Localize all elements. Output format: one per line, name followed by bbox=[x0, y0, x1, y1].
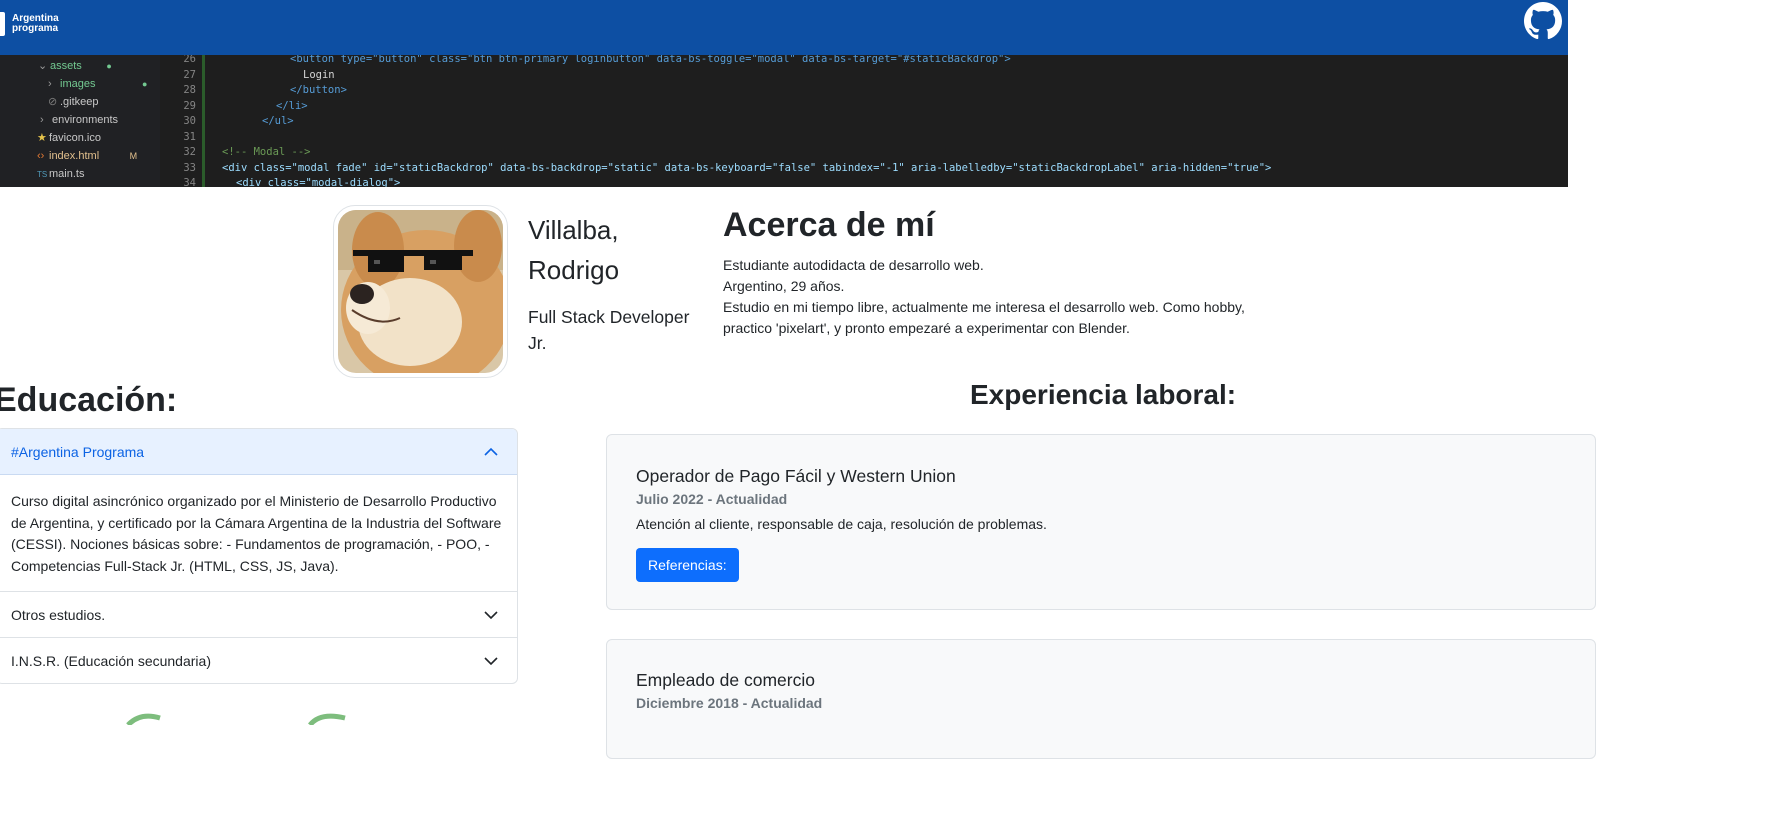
line-number-gutter: 26 27 28 29 30 31 32 33 34 bbox=[160, 55, 202, 187]
name-line-1: Villalba, bbox=[528, 215, 619, 245]
code-line: Login bbox=[303, 68, 335, 81]
accordion-label: Otros estudios. bbox=[11, 606, 106, 623]
line-number: 29 bbox=[183, 99, 196, 112]
about-text: Estudiante autodidacta de desarrollo web… bbox=[723, 255, 1283, 339]
card-title: Operador de Pago Fácil y Western Union bbox=[636, 466, 956, 486]
code-line: </ul> bbox=[262, 115, 294, 127]
code-line: </li> bbox=[276, 99, 308, 112]
profile-role: Full Stack Developer Jr. bbox=[528, 307, 690, 353]
education-accordion: #Argentina Programa Curso digital asincr… bbox=[0, 428, 518, 684]
line-number: 30 bbox=[183, 115, 196, 127]
line-number: 27 bbox=[183, 68, 196, 81]
line-number: 34 bbox=[183, 177, 196, 187]
chevron-down-icon bbox=[484, 611, 498, 620]
tree-item-assets: ⌄ assets ● bbox=[38, 60, 112, 72]
line-number: 31 bbox=[183, 130, 196, 143]
name-line-2: Rodrigo bbox=[528, 255, 620, 285]
card-dates: Julio 2022 - Actualidad bbox=[636, 491, 788, 507]
accordion-body: Curso digital asincrónico organizado por… bbox=[11, 493, 502, 574]
code-line: <!-- Modal --> bbox=[222, 146, 311, 158]
about-line-2: Argentino, 29 años. bbox=[723, 278, 845, 294]
profile-photo bbox=[338, 210, 503, 373]
accordion-item-argentina-programa[interactable]: #Argentina Programa bbox=[0, 429, 517, 475]
references-button[interactable]: Referencias: bbox=[636, 548, 739, 582]
about-line-1: Estudiante autodidacta de desarrollo web… bbox=[723, 257, 984, 273]
tree-item-gitkeep: ⊘ .gitkeep bbox=[48, 96, 99, 108]
doge-avatar-image bbox=[338, 210, 503, 373]
brand-line-2: programa bbox=[12, 23, 59, 34]
card-title: Empleado de comercio bbox=[636, 670, 815, 690]
tree-item-images: › images ● bbox=[48, 78, 148, 90]
navbar: Argentina programa bbox=[0, 0, 1568, 55]
experience-title: Experiencia laboral: bbox=[970, 379, 1237, 410]
line-number: 28 bbox=[183, 84, 196, 96]
line-number: 33 bbox=[183, 161, 196, 174]
decorative-leaf-icon bbox=[126, 713, 346, 725]
profile-photo-frame bbox=[333, 205, 508, 378]
brand-mark-icon bbox=[0, 12, 5, 36]
code-screenshot-banner: ⌄ assets ● › images ● ⊘ .gitkeep › environment… bbox=[0, 55, 1568, 187]
education-title: Educación: bbox=[0, 381, 178, 419]
accordion-item-insr[interactable]: I.N.S.R. (Educación secundaria) bbox=[0, 637, 517, 683]
tree-item-index-html: ‹› index.html M bbox=[37, 150, 138, 162]
card-dates: Diciembre 2018 - Actualidad bbox=[636, 695, 823, 711]
code-line: <div class="modal-dialog"> bbox=[236, 177, 401, 187]
about-title: Acerca de mí bbox=[723, 206, 935, 244]
profile-name: Villalba, Rodrigo bbox=[528, 210, 619, 290]
line-number: 26 bbox=[183, 55, 196, 65]
brand-logo[interactable]: Argentina programa bbox=[0, 12, 59, 36]
accordion-label: I.N.S.R. (Educación secundaria) bbox=[11, 652, 211, 669]
card-text: Atención al cliente, responsable de caja… bbox=[636, 516, 1047, 532]
code-line: </button> bbox=[290, 84, 347, 96]
about-line-3: Estudio en mi tiempo libre, actualmente … bbox=[723, 299, 1245, 336]
chevron-down-icon bbox=[484, 657, 498, 666]
file-explorer: ⌄ assets ● › images ● ⊘ .gitkeep › environment… bbox=[0, 55, 160, 187]
line-number: 32 bbox=[183, 146, 196, 158]
tree-item-environments: › environments bbox=[40, 114, 119, 126]
brand-text: Argentina programa bbox=[12, 14, 59, 34]
code-line: <button type="button" class="btn btn-pri… bbox=[290, 55, 1011, 65]
diff-indicator bbox=[202, 55, 205, 187]
tree-item-favicon: ★ favicon.ico bbox=[37, 132, 101, 144]
code-line: <div class="modal fade" id="staticBackdr… bbox=[222, 161, 1272, 174]
github-icon[interactable] bbox=[1524, 2, 1562, 40]
tree-item-main-ts: TS main.ts bbox=[37, 168, 85, 180]
experience-card: Empleado de comercio Diciembre 2018 - Ac… bbox=[606, 639, 1596, 759]
experience-card: Operador de Pago Fácil y Western Union J… bbox=[606, 434, 1596, 610]
chevron-up-icon bbox=[484, 447, 498, 456]
accordion-label: #Argentina Programa bbox=[11, 444, 145, 460]
accordion-item-otros-estudios[interactable]: Otros estudios. bbox=[0, 591, 517, 637]
